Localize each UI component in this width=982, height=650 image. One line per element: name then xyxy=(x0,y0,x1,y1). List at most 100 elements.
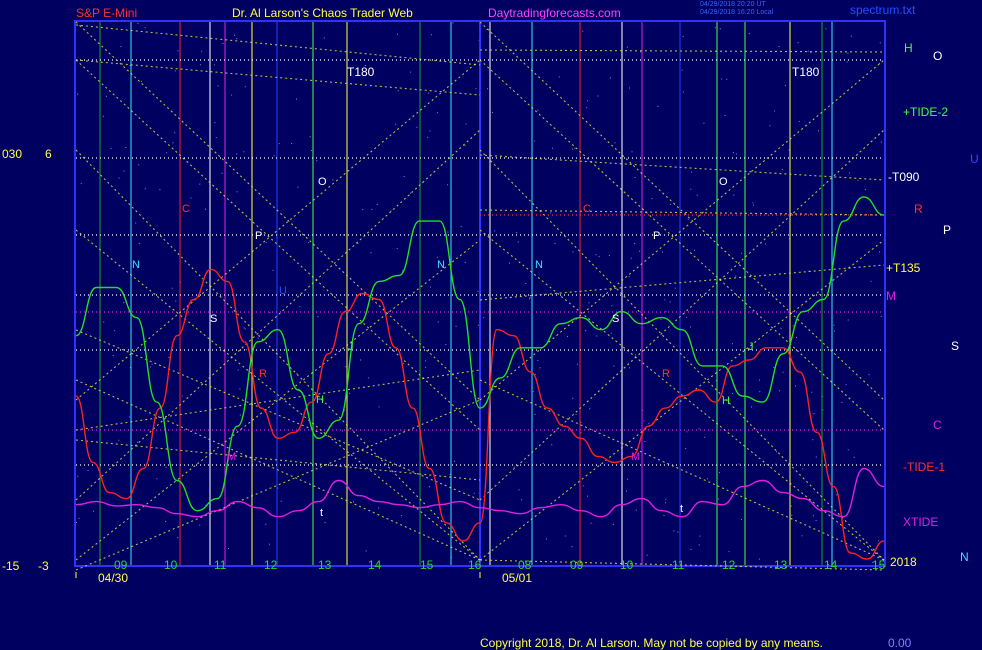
star-dot xyxy=(733,194,735,196)
star-dot xyxy=(751,406,752,408)
right-label-p: P xyxy=(943,223,951,237)
planet-marker-label: t xyxy=(320,507,323,519)
star-dot xyxy=(534,140,536,142)
star-dot xyxy=(87,470,89,471)
star-dot xyxy=(664,299,666,301)
star-dot xyxy=(848,172,850,174)
star-dot xyxy=(818,130,819,132)
planet-marker-label: P xyxy=(653,230,660,242)
star-dot xyxy=(273,155,275,157)
star-dot xyxy=(278,143,280,145)
star-dot xyxy=(778,46,780,48)
star-dot xyxy=(704,436,706,438)
star-dot xyxy=(231,94,233,96)
star-dot xyxy=(612,523,614,525)
star-dot xyxy=(455,325,457,327)
star-dot xyxy=(199,524,201,526)
star-dot xyxy=(112,355,114,356)
star-dot xyxy=(811,391,813,393)
star-dot xyxy=(703,122,705,124)
star-dot xyxy=(428,92,430,94)
star-dot xyxy=(542,462,544,464)
star-dot xyxy=(110,147,112,149)
star-dot xyxy=(114,330,116,332)
star-dot xyxy=(436,256,438,258)
star-dot xyxy=(118,439,120,441)
star-dot xyxy=(552,147,553,149)
star-dot xyxy=(626,490,628,492)
star-dot xyxy=(521,499,523,501)
star-dot xyxy=(815,520,817,522)
star-dot xyxy=(436,112,438,114)
site-url: Daytradingforecasts.com xyxy=(488,6,621,20)
star-dot xyxy=(663,515,665,516)
hour-tick-label: 14 xyxy=(824,558,838,572)
star-dot xyxy=(427,136,429,138)
star-dot xyxy=(177,50,179,52)
star-dot xyxy=(572,397,574,399)
star-dot xyxy=(758,558,760,560)
star-dot xyxy=(138,164,140,166)
star-dot xyxy=(510,429,512,431)
site-title: Dr. Al Larson's Chaos Trader Web xyxy=(232,6,413,20)
grid-layer xyxy=(74,20,886,571)
star-dot xyxy=(174,70,176,72)
star-dot xyxy=(159,189,161,191)
star-dot xyxy=(144,27,146,29)
star-dot xyxy=(665,502,666,504)
star-dot xyxy=(836,494,838,496)
star-dot xyxy=(447,231,449,233)
star-dot xyxy=(687,218,689,220)
star-dot xyxy=(691,171,692,173)
star-dot xyxy=(698,544,700,546)
star-dot xyxy=(525,283,527,284)
spectrum-file: spectrum.txt xyxy=(850,3,916,17)
star-dot xyxy=(558,76,560,78)
star-dot xyxy=(509,262,510,264)
right-label-c: C xyxy=(933,418,942,432)
timestamp-ut: 04/29/2018 20:20 UT xyxy=(700,1,766,8)
right-label-o: O xyxy=(933,49,942,63)
star-dot xyxy=(447,184,449,186)
star-dot xyxy=(572,148,574,150)
planet-marker-label: R xyxy=(259,368,267,380)
planet-marker-label: C xyxy=(182,203,190,215)
star-dot xyxy=(759,391,761,393)
star-dot xyxy=(93,510,94,512)
star-dot xyxy=(181,395,183,397)
star-dot xyxy=(265,241,267,243)
star-dot xyxy=(317,316,319,318)
star-dot xyxy=(395,123,397,125)
star-dot xyxy=(464,261,466,263)
star-dot xyxy=(200,64,202,66)
star-dot xyxy=(726,78,728,80)
star-dot xyxy=(299,306,301,308)
star-dot xyxy=(172,142,174,144)
star-dot xyxy=(665,498,667,500)
hour-tick-label: 11 xyxy=(672,558,685,572)
star-dot xyxy=(732,343,733,345)
star-dot xyxy=(718,498,720,500)
harmonic-grid-line xyxy=(479,129,885,501)
star-dot xyxy=(397,33,398,35)
star-dot xyxy=(690,548,692,550)
planet-marker-label: M xyxy=(631,451,640,463)
star-dot xyxy=(371,208,373,210)
star-dot xyxy=(370,252,372,254)
star-dot xyxy=(138,242,140,244)
star-dot xyxy=(796,336,797,338)
star-dot xyxy=(475,88,477,90)
planet-marker-label: H xyxy=(722,395,730,407)
star-dot xyxy=(834,330,836,332)
planet-marker-label: M xyxy=(227,451,236,463)
star-dot xyxy=(714,27,716,29)
star-dot xyxy=(654,429,656,431)
star-dot xyxy=(445,344,447,345)
star-dot xyxy=(665,311,667,313)
star-dot xyxy=(833,324,835,326)
star-dot xyxy=(140,80,142,82)
star-dot xyxy=(239,414,241,416)
right-label-s: S xyxy=(951,339,959,353)
star-dot xyxy=(410,192,411,194)
star-dot xyxy=(674,287,676,289)
